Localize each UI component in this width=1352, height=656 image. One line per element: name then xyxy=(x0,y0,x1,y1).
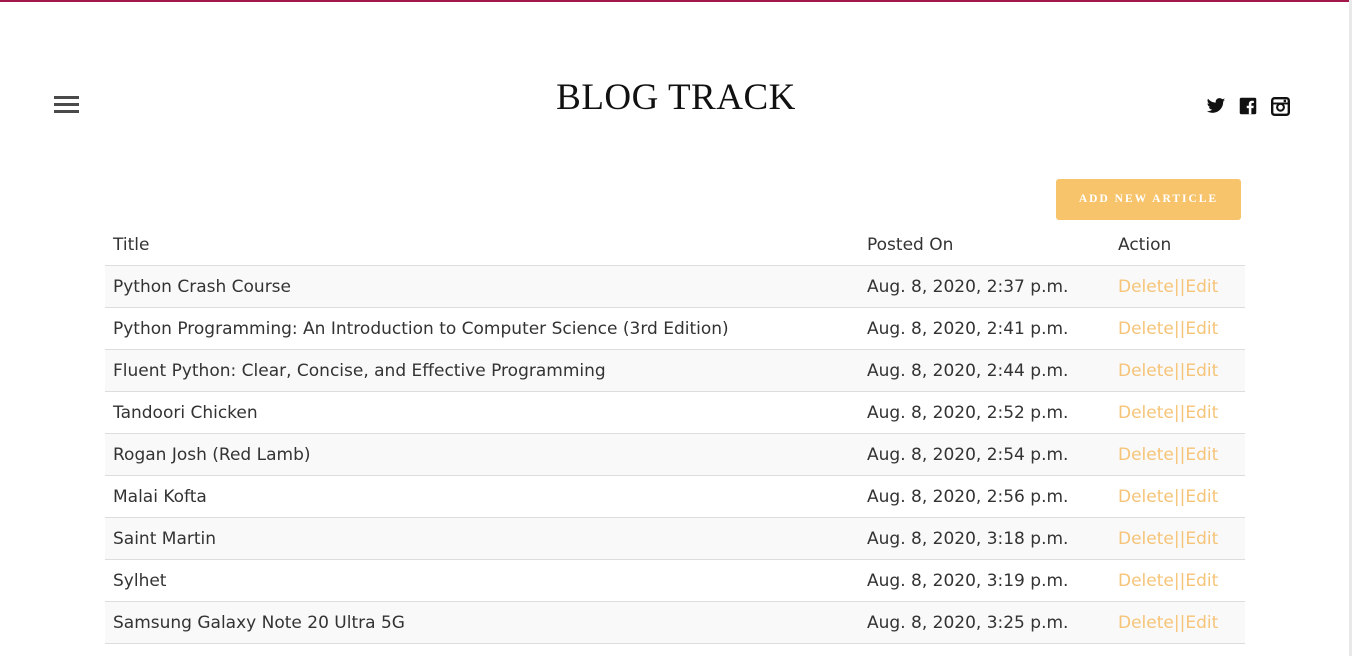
article-title: Saint Martin xyxy=(105,517,859,560)
action-separator: || xyxy=(1173,360,1186,381)
table-row: Tandoori Chicken Aug. 8, 2020, 2:52 p.m. D… xyxy=(105,391,1245,434)
edit-link[interactable]: Edit xyxy=(1185,277,1218,297)
article-posted-on: Aug. 8, 2020, 2:41 p.m. xyxy=(859,307,1110,350)
delete-link[interactable]: Delete xyxy=(1118,487,1174,507)
table-row: Saint Martin Aug. 8, 2020, 3:18 p.m. Delet… xyxy=(105,517,1245,560)
instagram-icon[interactable] xyxy=(1271,96,1290,116)
table-header-row: Title Posted On Action xyxy=(105,224,1245,266)
action-separator: || xyxy=(1173,276,1186,297)
article-actions: Delete||Edit xyxy=(1110,307,1245,350)
action-separator: || xyxy=(1173,528,1186,549)
table-row: Samsung Galaxy Note 20 Ultra 5G Aug. 8, 2… xyxy=(105,601,1245,644)
column-header-action: Action xyxy=(1110,224,1245,266)
article-actions: Delete||Edit xyxy=(1110,601,1245,644)
delete-link[interactable]: Delete xyxy=(1118,319,1174,339)
article-posted-on: Aug. 8, 2020, 2:52 p.m. xyxy=(859,391,1110,434)
table-row: Rogan Josh (Red Lamb) Aug. 8, 2020, 2:54 … xyxy=(105,433,1245,476)
edit-link[interactable]: Edit xyxy=(1185,571,1218,591)
article-posted-on: Aug. 8, 2020, 2:56 p.m. xyxy=(859,475,1110,518)
article-actions: Delete||Edit xyxy=(1110,433,1245,476)
action-separator: || xyxy=(1173,444,1186,465)
table-row: Sylhet Aug. 8, 2020, 3:19 p.m. Delete||Edi… xyxy=(105,559,1245,602)
table-row: Python Crash Course Aug. 8, 2020, 2:37 p.… xyxy=(105,265,1245,308)
article-title: Python Crash Course xyxy=(105,265,859,308)
action-separator: || xyxy=(1173,570,1186,591)
articles-table: Title Posted On Action Python Crash Cour… xyxy=(105,224,1245,644)
action-separator: || xyxy=(1173,318,1186,339)
edit-link[interactable]: Edit xyxy=(1185,613,1218,633)
add-new-article-button[interactable]: ADD NEW ARTICLE xyxy=(1056,179,1241,220)
article-posted-on: Aug. 8, 2020, 3:25 p.m. xyxy=(859,601,1110,644)
article-actions: Delete||Edit xyxy=(1110,349,1245,392)
article-title: Samsung Galaxy Note 20 Ultra 5G xyxy=(105,601,859,644)
top-accent-border xyxy=(0,0,1352,2)
table-row: Python Programming: An Introduction to C… xyxy=(105,307,1245,350)
article-title: Fluent Python: Clear, Concise, and Effec… xyxy=(105,349,859,392)
table-row: Fluent Python: Clear, Concise, and Effec… xyxy=(105,349,1245,392)
delete-link[interactable]: Delete xyxy=(1118,529,1174,549)
table-body: Python Crash Course Aug. 8, 2020, 2:37 p.… xyxy=(105,265,1245,644)
article-posted-on: Aug. 8, 2020, 2:44 p.m. xyxy=(859,349,1110,392)
edit-link[interactable]: Edit xyxy=(1185,445,1218,465)
edit-link[interactable]: Edit xyxy=(1185,319,1218,339)
delete-link[interactable]: Delete xyxy=(1118,361,1174,381)
edit-link[interactable]: Edit xyxy=(1185,403,1218,423)
article-actions: Delete||Edit xyxy=(1110,391,1245,434)
edit-link[interactable]: Edit xyxy=(1185,361,1218,381)
twitter-icon[interactable] xyxy=(1206,96,1226,116)
article-title: Sylhet xyxy=(105,559,859,602)
delete-link[interactable]: Delete xyxy=(1118,445,1174,465)
edit-link[interactable]: Edit xyxy=(1185,529,1218,549)
delete-link[interactable]: Delete xyxy=(1118,571,1174,591)
action-separator: || xyxy=(1173,486,1186,507)
article-posted-on: Aug. 8, 2020, 2:54 p.m. xyxy=(859,433,1110,476)
facebook-icon[interactable] xyxy=(1239,96,1257,116)
article-title: Python Programming: An Introduction to C… xyxy=(105,307,859,350)
article-posted-on: Aug. 8, 2020, 2:37 p.m. xyxy=(859,265,1110,308)
article-posted-on: Aug. 8, 2020, 3:18 p.m. xyxy=(859,517,1110,560)
column-header-posted-on: Posted On xyxy=(859,224,1110,266)
article-actions: Delete||Edit xyxy=(1110,559,1245,602)
article-posted-on: Aug. 8, 2020, 3:19 p.m. xyxy=(859,559,1110,602)
action-separator: || xyxy=(1173,612,1186,633)
article-title: Malai Kofta xyxy=(105,475,859,518)
article-actions: Delete||Edit xyxy=(1110,475,1245,518)
delete-link[interactable]: Delete xyxy=(1118,403,1174,423)
table-row: Malai Kofta Aug. 8, 2020, 2:56 p.m. Delete… xyxy=(105,475,1245,518)
article-actions: Delete||Edit xyxy=(1110,265,1245,308)
article-actions: Delete||Edit xyxy=(1110,517,1245,560)
site-title[interactable]: BLOG TRACK xyxy=(0,76,1352,119)
edit-link[interactable]: Edit xyxy=(1185,487,1218,507)
article-title: Tandoori Chicken xyxy=(105,391,859,434)
delete-link[interactable]: Delete xyxy=(1118,277,1174,297)
article-title: Rogan Josh (Red Lamb) xyxy=(105,433,859,476)
action-separator: || xyxy=(1173,402,1186,423)
column-header-title: Title xyxy=(105,224,859,266)
delete-link[interactable]: Delete xyxy=(1118,613,1174,633)
